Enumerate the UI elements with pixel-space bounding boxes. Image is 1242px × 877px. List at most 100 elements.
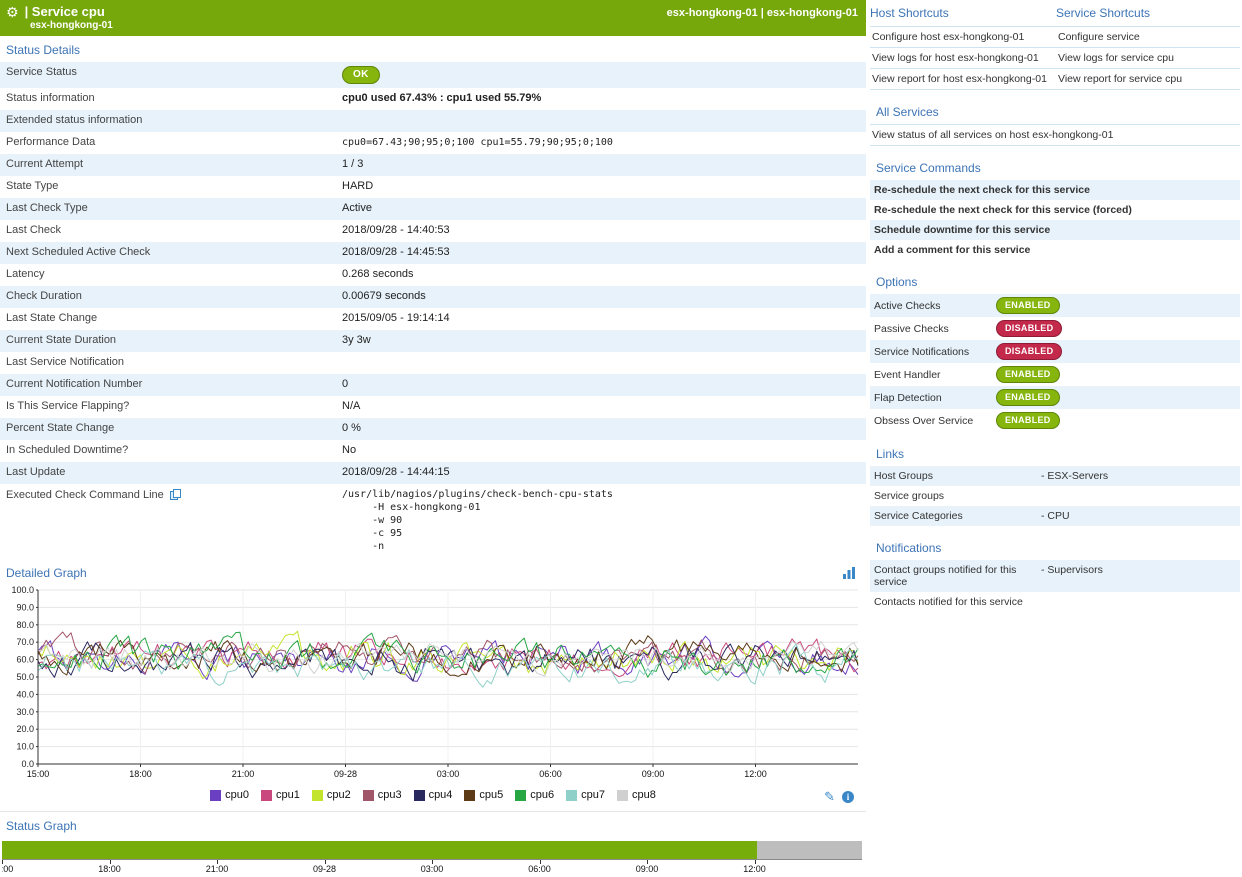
- status-row-value: 2018/09/28 - 14:40:53: [336, 220, 866, 240]
- status-row-label: Last Service Notification: [0, 352, 336, 372]
- shortcut-row: View logs for host esx-hongkong-01View l…: [870, 48, 1240, 69]
- host-shortcuts-heading: Host Shortcuts: [870, 2, 1056, 26]
- all-services-table: View status of all services on host esx-…: [870, 124, 1240, 146]
- option-label: Service Notifications: [874, 346, 996, 358]
- status-row: Service StatusOK: [0, 62, 866, 88]
- detailed-graph-header: Detailed Graph: [0, 557, 866, 584]
- status-row-label: Percent State Change: [0, 418, 336, 438]
- legend-item: cpu2: [312, 789, 351, 801]
- timeline-segment: [2, 841, 757, 859]
- legend-item: cpu7: [566, 789, 605, 801]
- option-state-badge[interactable]: DISABLED: [996, 343, 1062, 360]
- host-shortcut-link[interactable]: View report for host esx-hongkong-01: [870, 69, 1056, 89]
- host-shortcut-link[interactable]: Configure host esx-hongkong-01: [870, 27, 1056, 47]
- status-row: Extended status information: [0, 110, 866, 132]
- status-row-value: 2015/09/05 - 19:14:14: [336, 308, 866, 328]
- service-shortcut-link[interactable]: View report for service cpu: [1056, 69, 1240, 89]
- all-services-link[interactable]: View status of all services on host esx-…: [870, 125, 1240, 146]
- status-row-label: Performance Data: [0, 132, 336, 152]
- shortcut-row: Configure host esx-hongkong-01Configure …: [870, 27, 1240, 48]
- detailed-graph: 0.010.020.030.040.050.060.070.080.090.01…: [2, 584, 866, 785]
- option-state-badge[interactable]: DISABLED: [996, 320, 1062, 337]
- legend-label: cpu1: [276, 789, 300, 801]
- status-timeline-bar: [2, 841, 862, 860]
- status-row-value: [336, 352, 866, 360]
- service-command-link[interactable]: Re-schedule the next check for this serv…: [870, 200, 1240, 220]
- status-row-label: Current Notification Number: [0, 374, 336, 394]
- svg-text:80.0: 80.0: [16, 620, 34, 630]
- status-row: Last Service Notification: [0, 352, 866, 374]
- notification-value[interactable]: - Supervisors: [1041, 564, 1236, 588]
- timeline-tick-label: 12:00: [743, 864, 766, 874]
- status-row-label: Current Attempt: [0, 154, 336, 174]
- status-row-label: Current State Duration: [0, 330, 336, 350]
- status-row: State TypeHARD: [0, 176, 866, 198]
- link-value[interactable]: - ESX-Servers: [1041, 470, 1236, 482]
- option-label: Event Handler: [874, 369, 996, 381]
- status-row-label: Status information: [0, 88, 336, 108]
- status-row: Status informationcpu0 used 67.43% : cpu…: [0, 88, 866, 110]
- status-row: Current Attempt1 / 3: [0, 154, 866, 176]
- host-shortcut-link[interactable]: View logs for host esx-hongkong-01: [870, 48, 1056, 68]
- option-state-badge[interactable]: ENABLED: [996, 389, 1060, 406]
- svg-text:30.0: 30.0: [16, 707, 34, 717]
- svg-text:50.0: 50.0: [16, 672, 34, 682]
- status-row-label: Latency: [0, 264, 336, 284]
- option-state-badge[interactable]: ENABLED: [996, 366, 1060, 383]
- svg-text:18:00: 18:00: [129, 769, 152, 779]
- copy-command-icon[interactable]: [169, 488, 182, 501]
- kv-row: Service groups: [870, 486, 1240, 506]
- svg-text:0.0: 0.0: [21, 759, 34, 769]
- status-row: Last Update2018/09/28 - 14:44:15: [0, 462, 866, 484]
- status-row: Latency0.268 seconds: [0, 264, 866, 286]
- option-row: Passive ChecksDISABLED: [870, 317, 1240, 340]
- status-row: Percent State Change0 %: [0, 418, 866, 440]
- legend-swatch: [261, 790, 272, 801]
- status-row: In Scheduled Downtime?No: [0, 440, 866, 462]
- status-row: Next Scheduled Active Check2018/09/28 - …: [0, 242, 866, 264]
- edit-graph-icon[interactable]: ✎: [824, 789, 835, 805]
- svg-text:20.0: 20.0: [16, 724, 34, 734]
- gear-icon[interactable]: ⚙: [6, 5, 19, 19]
- status-row: Is This Service Flapping?N/A: [0, 396, 866, 418]
- svg-text:15:00: 15:00: [27, 769, 50, 779]
- info-icon[interactable]: i: [842, 791, 854, 803]
- timeline-tick-label: 06:00: [528, 864, 551, 874]
- status-row-value: cpu0=67.43;90;95;0;100 cpu1=55.79;90;95;…: [336, 132, 866, 153]
- svg-text:40.0: 40.0: [16, 689, 34, 699]
- status-row: Executed Check Command Line/usr/lib/nagi…: [0, 484, 866, 557]
- option-state-badge[interactable]: ENABLED: [996, 412, 1060, 429]
- status-timeline-axis: 15:0018:0021:0009-2803:0006:0009:0012:00: [2, 860, 862, 877]
- service-command-link[interactable]: Schedule downtime for this service: [870, 220, 1240, 240]
- notifications-heading: Notifications: [870, 534, 1240, 560]
- link-value[interactable]: - CPU: [1041, 510, 1236, 522]
- option-state-badge[interactable]: ENABLED: [996, 297, 1060, 314]
- status-row-value: Active: [336, 198, 866, 218]
- link-label: Service Categories: [874, 510, 1041, 522]
- service-shortcut-link[interactable]: Configure service: [1056, 27, 1240, 47]
- service-title: | Service cpu: [25, 4, 105, 19]
- status-row-label: Service Status: [0, 62, 336, 82]
- link-label: Host Groups: [874, 470, 1041, 482]
- legend-label: cpu5: [479, 789, 503, 801]
- legend-item: cpu3: [363, 789, 402, 801]
- service-shortcut-link[interactable]: View logs for service cpu: [1056, 48, 1240, 68]
- status-row-label: Last Update: [0, 462, 336, 482]
- header-host-service[interactable]: esx-hongkong-01 | esx-hongkong-01: [667, 7, 858, 19]
- option-row: Event HandlerENABLED: [870, 363, 1240, 386]
- legend-swatch: [617, 790, 628, 801]
- option-row: Obsess Over ServiceENABLED: [870, 409, 1240, 432]
- timeline-tick-label: 03:00: [421, 864, 444, 874]
- notifications-list: Contact groups notified for this service…: [870, 560, 1240, 612]
- option-label: Obsess Over Service: [874, 415, 996, 427]
- service-shortcuts-heading: Service Shortcuts: [1056, 2, 1240, 26]
- legend-label: cpu2: [327, 789, 351, 801]
- status-row-label: Extended status information: [0, 110, 336, 130]
- status-row-value: 2018/09/28 - 14:44:15: [336, 462, 866, 482]
- graph-tools: ✎ i: [824, 789, 854, 805]
- chart-icon[interactable]: [842, 566, 856, 580]
- status-row-value: 0 %: [336, 418, 866, 438]
- service-command-link[interactable]: Add a comment for this service: [870, 240, 1240, 260]
- service-command-link[interactable]: Re-schedule the next check for this serv…: [870, 180, 1240, 200]
- timeline-tick-label: 09-28: [313, 864, 336, 874]
